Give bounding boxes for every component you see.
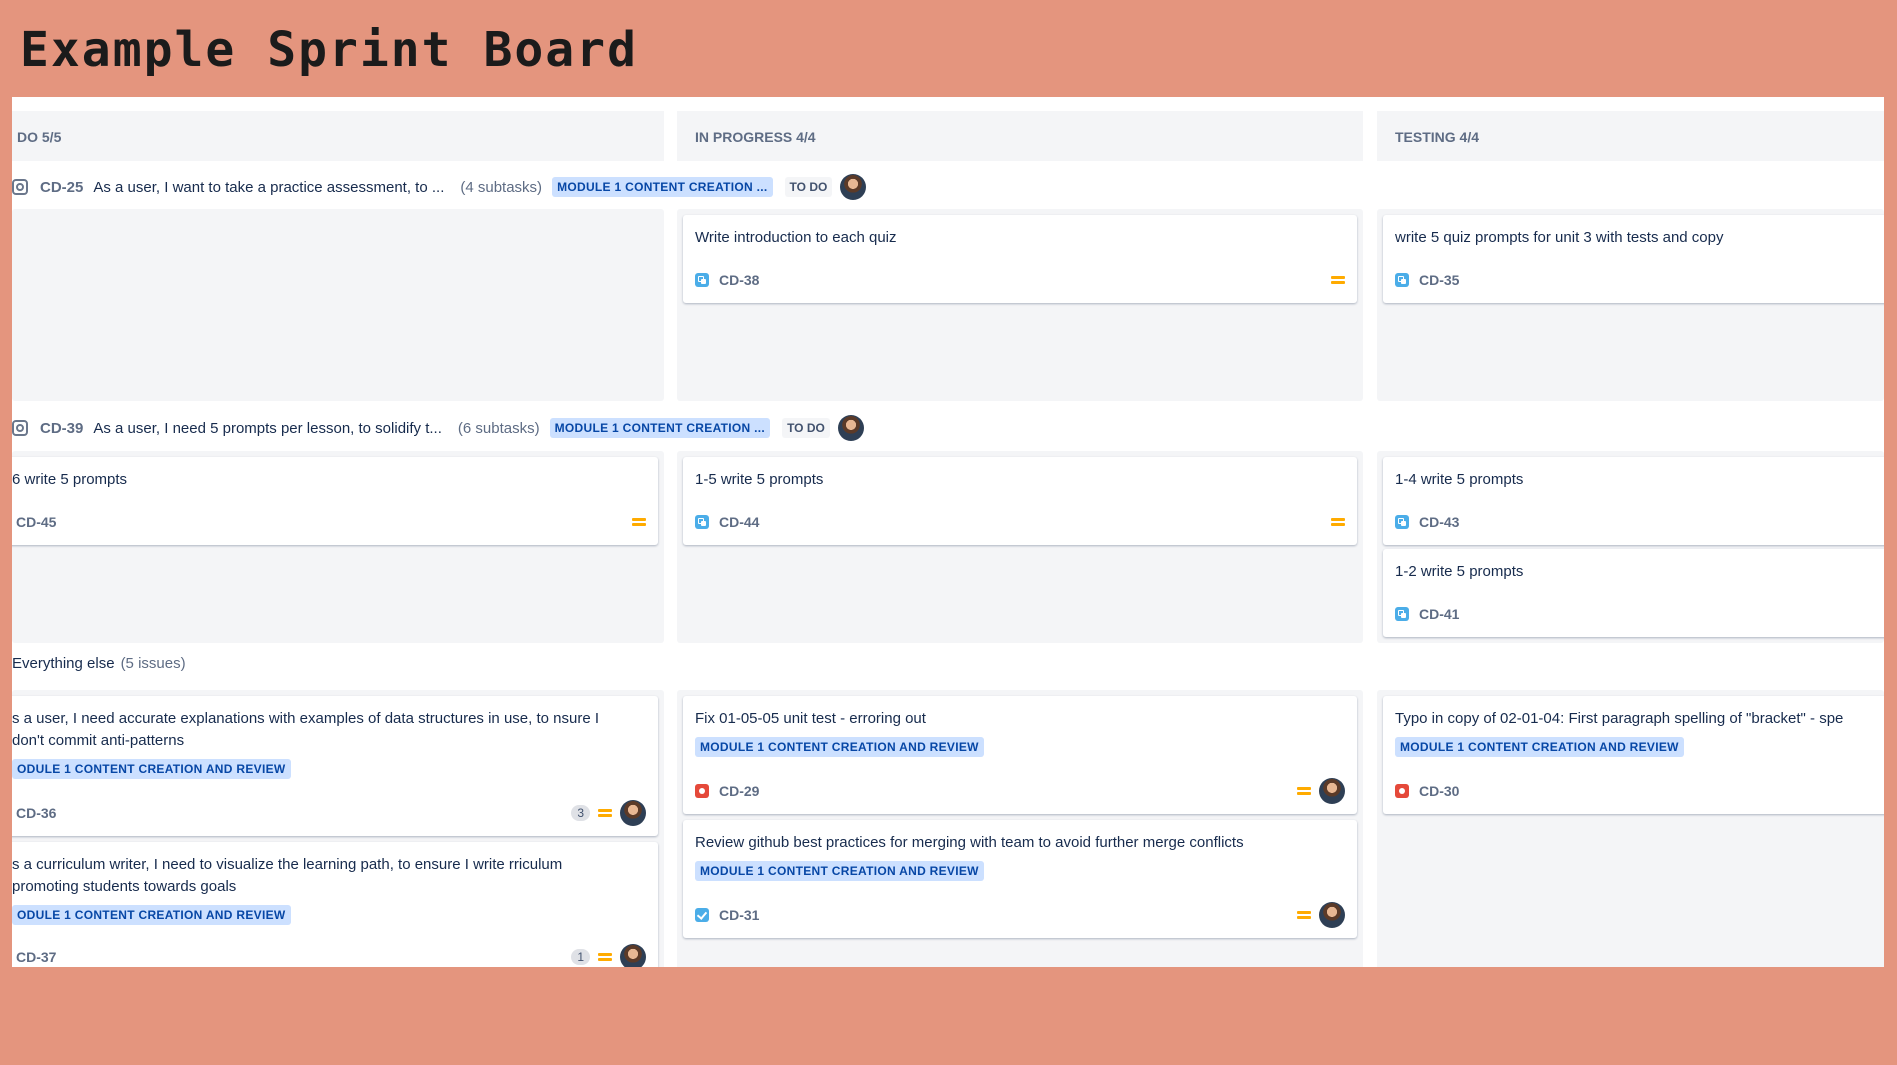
priority-medium-icon [598,952,612,962]
issue-count: (5 issues) [120,655,186,672]
swimlane-header-everything-else[interactable]: Everything else (5 issues) [12,655,186,672]
epic-badge[interactable]: MODULE 1 CONTENT CREATION ... [549,418,771,438]
issue-card-cd-45[interactable]: 6 write 5 prompts CD-45 [12,457,658,545]
slide-title: Example Sprint Board [20,22,638,78]
card-title: write 5 quiz prompts for unit 3 with tes… [1395,229,1724,246]
status-badge[interactable]: TO DO [782,418,830,438]
priority-medium-icon [598,808,612,818]
issue-card-cd-38[interactable]: Write introduction to each quiz CD-38 [683,215,1357,303]
priority-medium-icon [1297,910,1311,920]
bug-icon [1395,784,1409,798]
card-key[interactable]: CD-38 [719,272,759,288]
column-header-testing: TESTING 4/4 [1377,111,1884,161]
subtask-icon [1395,607,1409,621]
cell-cd39-todo: 6 write 5 prompts CD-45 [12,451,664,643]
everything-else-label: Everything else [12,655,115,672]
epic-badge[interactable]: MODULE 1 CONTENT CREATION ... [552,177,773,197]
swimlane-subtask-count: (4 subtasks) [460,178,543,196]
swimlane-subtask-count: (6 subtasks) [457,419,540,437]
swimlane-summary: As a user, I need 5 prompts per lesson, … [93,419,442,437]
card-title: 1-2 write 5 prompts [1395,563,1524,580]
subtask-icon [1395,273,1409,287]
issue-card-cd-31[interactable]: Review github best practices for merging… [683,820,1357,938]
card-title: Fix 01-05-05 unit test - erroring out [695,710,926,727]
card-key[interactable]: CD-43 [1419,514,1459,530]
card-title: 6 write 5 prompts [12,471,128,488]
swimlane-header-cd-25[interactable]: CD-25 As a user, I want to take a practi… [12,172,867,202]
story-icon [12,420,28,436]
card-title: Review github best practices for merging… [695,834,1244,851]
story-points-badge: 1 [571,949,590,965]
card-title: Typo in copy of 02-01-04: First paragrap… [1395,710,1844,727]
cell-else-in-progress: Fix 01-05-05 unit test - erroring out MO… [677,690,1363,967]
epic-badge[interactable]: MODULE 1 CONTENT CREATION AND REVIEW [695,861,984,881]
column-header-todo: DO 5/5 [12,111,664,161]
issue-card-cd-44[interactable]: 1-5 write 5 prompts CD-44 [683,457,1357,545]
card-title: s a user, I need accurate explanations w… [12,710,599,749]
column-header-in-progress: IN PROGRESS 4/4 [677,111,1363,161]
priority-medium-icon [1331,517,1345,527]
cell-cd39-testing: 1-4 write 5 prompts CD-43 1-2 write 5 pr… [1377,451,1884,643]
priority-medium-icon [632,517,646,527]
sprint-board: DO 5/5 IN PROGRESS 4/4 TESTING 4/4 CD-25… [12,97,1884,967]
card-key[interactable]: CD-44 [719,514,759,530]
avatar[interactable] [1319,778,1345,804]
issue-card-cd-41[interactable]: 1-2 write 5 prompts CD-41 [1383,549,1884,637]
subtask-icon [1395,515,1409,529]
epic-badge[interactable]: MODULE 1 CONTENT CREATION AND REVIEW [1395,737,1684,757]
epic-badge[interactable]: ODULE 1 CONTENT CREATION AND REVIEW [12,905,291,925]
avatar[interactable] [837,415,864,441]
swimlane-key[interactable]: CD-39 [40,420,83,437]
avatar[interactable] [620,800,646,826]
avatar[interactable] [840,174,867,200]
cell-cd25-todo [12,209,664,401]
card-key[interactable]: CD-29 [719,783,759,799]
bug-icon [695,784,709,798]
swimlane-header-cd-39[interactable]: CD-39 As a user, I need 5 prompts per le… [12,413,864,443]
card-title: 1-4 write 5 prompts [1395,471,1524,488]
issue-card-cd-29[interactable]: Fix 01-05-05 unit test - erroring out MO… [683,696,1357,814]
avatar[interactable] [1319,902,1345,928]
priority-medium-icon [1331,275,1345,285]
card-title: 1-5 write 5 prompts [695,471,824,488]
cell-else-todo: s a user, I need accurate explanations w… [12,690,664,967]
issue-card-cd-36[interactable]: s a user, I need accurate explanations w… [12,696,658,836]
issue-card-cd-35[interactable]: write 5 quiz prompts for unit 3 with tes… [1383,215,1884,303]
status-badge[interactable]: TO DO [784,177,833,197]
cell-else-testing: Typo in copy of 02-01-04: First paragrap… [1377,690,1884,967]
issue-card-cd-30[interactable]: Typo in copy of 02-01-04: First paragrap… [1383,696,1884,814]
cell-cd25-in-progress: Write introduction to each quiz CD-38 [677,209,1363,401]
task-icon [695,908,709,922]
epic-badge[interactable]: MODULE 1 CONTENT CREATION AND REVIEW [695,737,984,757]
card-key[interactable]: CD-36 [16,805,56,821]
issue-card-cd-37[interactable]: s a curriculum writer, I need to visuali… [12,842,658,967]
card-title: s a curriculum writer, I need to visuali… [12,856,563,895]
subtask-icon [695,273,709,287]
card-key[interactable]: CD-45 [16,514,56,530]
swimlane-key[interactable]: CD-25 [40,179,83,196]
cell-cd39-in-progress: 1-5 write 5 prompts CD-44 [677,451,1363,643]
cell-cd25-testing: write 5 quiz prompts for unit 3 with tes… [1377,209,1884,401]
epic-badge[interactable]: ODULE 1 CONTENT CREATION AND REVIEW [12,759,291,779]
story-icon [12,179,28,195]
card-key[interactable]: CD-30 [1419,783,1459,799]
card-key[interactable]: CD-37 [16,949,56,965]
subtask-icon [695,515,709,529]
swimlane-summary: As a user, I want to take a practice ass… [93,178,445,196]
priority-medium-icon [1297,786,1311,796]
card-key[interactable]: CD-31 [719,907,759,923]
avatar[interactable] [620,944,646,967]
issue-card-cd-43[interactable]: 1-4 write 5 prompts CD-43 [1383,457,1884,545]
card-title: Write introduction to each quiz [695,229,897,246]
story-points-badge: 3 [571,805,590,821]
card-key[interactable]: CD-35 [1419,272,1459,288]
card-key[interactable]: CD-41 [1419,606,1459,622]
